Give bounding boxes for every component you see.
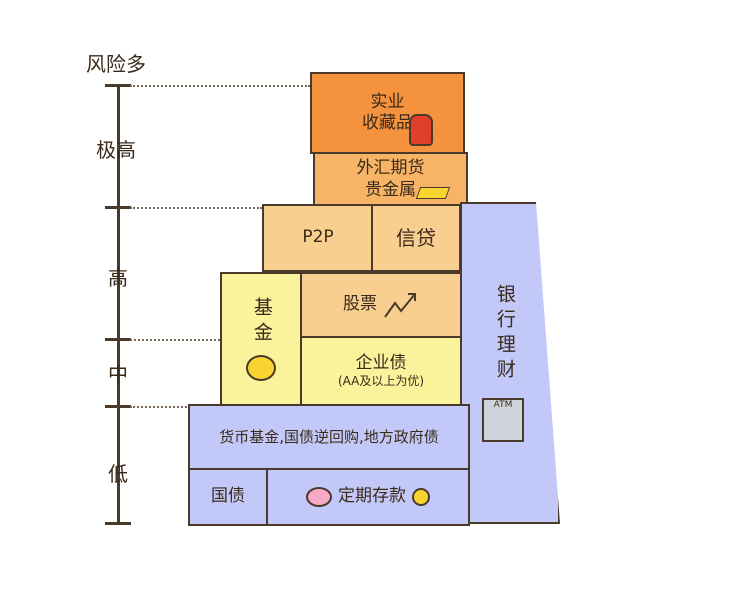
block-note: (AA及以上为优) <box>337 374 425 389</box>
block-label: 外汇期货 贵金属 <box>356 158 425 200</box>
block-forex-metals: 外汇期货 贵金属 <box>313 152 468 207</box>
block-money-fund: 货币基金,国债逆回购,地方政府债 <box>188 404 470 470</box>
axis-tick <box>105 338 131 341</box>
block-p2p: P2P <box>262 204 374 272</box>
trend-up-icon <box>384 293 416 318</box>
block-label: 基金 <box>250 297 273 347</box>
block-industry-collectibles: 实业 收藏品 <box>310 72 465 154</box>
axis-tick <box>105 405 131 408</box>
block-label: 定期存款 <box>338 486 406 507</box>
axis-level-medium: 中 <box>108 362 128 386</box>
block-label: 货币基金,国债逆回购,地方政府债 <box>219 427 439 446</box>
guide-line <box>130 85 310 87</box>
block-label: 信贷 <box>396 225 436 250</box>
axis-tick <box>105 206 131 209</box>
block-treasury: 国债 <box>188 468 268 526</box>
block-credit: 信贷 <box>371 204 461 272</box>
atm-label: ATM <box>493 400 513 410</box>
guide-line <box>130 207 262 209</box>
bottle-icon <box>409 114 433 146</box>
block-corporate-bond: 企业债 (AA及以上为优) <box>300 336 462 406</box>
block-bank-wealth: 银行理财 ATM <box>460 202 560 524</box>
axis-title: 风险多 <box>86 52 146 76</box>
coin-icon <box>412 488 430 506</box>
chick-icon <box>246 355 276 381</box>
block-fund: 基金 <box>220 272 302 406</box>
gold-bar-icon <box>415 187 451 199</box>
axis-level-low: 低 <box>108 462 128 486</box>
block-label: 银行理财 <box>493 284 516 384</box>
block-label: P2P <box>302 227 334 248</box>
atm-icon: ATM <box>482 398 524 442</box>
block-label: 实业 收藏品 <box>362 91 413 133</box>
axis-tick <box>105 522 131 525</box>
block-stocks: 股票 <box>300 272 462 338</box>
block-label: 股票 <box>343 294 377 315</box>
axis-level-high: 高 <box>108 266 128 290</box>
guide-line <box>130 406 190 408</box>
block-label: 企业债 <box>355 352 407 373</box>
axis-level-very-high: 极高 <box>96 138 136 162</box>
block-label: 国债 <box>211 486 245 507</box>
piggy-icon <box>306 487 332 507</box>
axis-tick <box>105 84 131 87</box>
block-fixed-deposit: 定期存款 <box>266 468 470 526</box>
guide-line <box>130 339 220 341</box>
